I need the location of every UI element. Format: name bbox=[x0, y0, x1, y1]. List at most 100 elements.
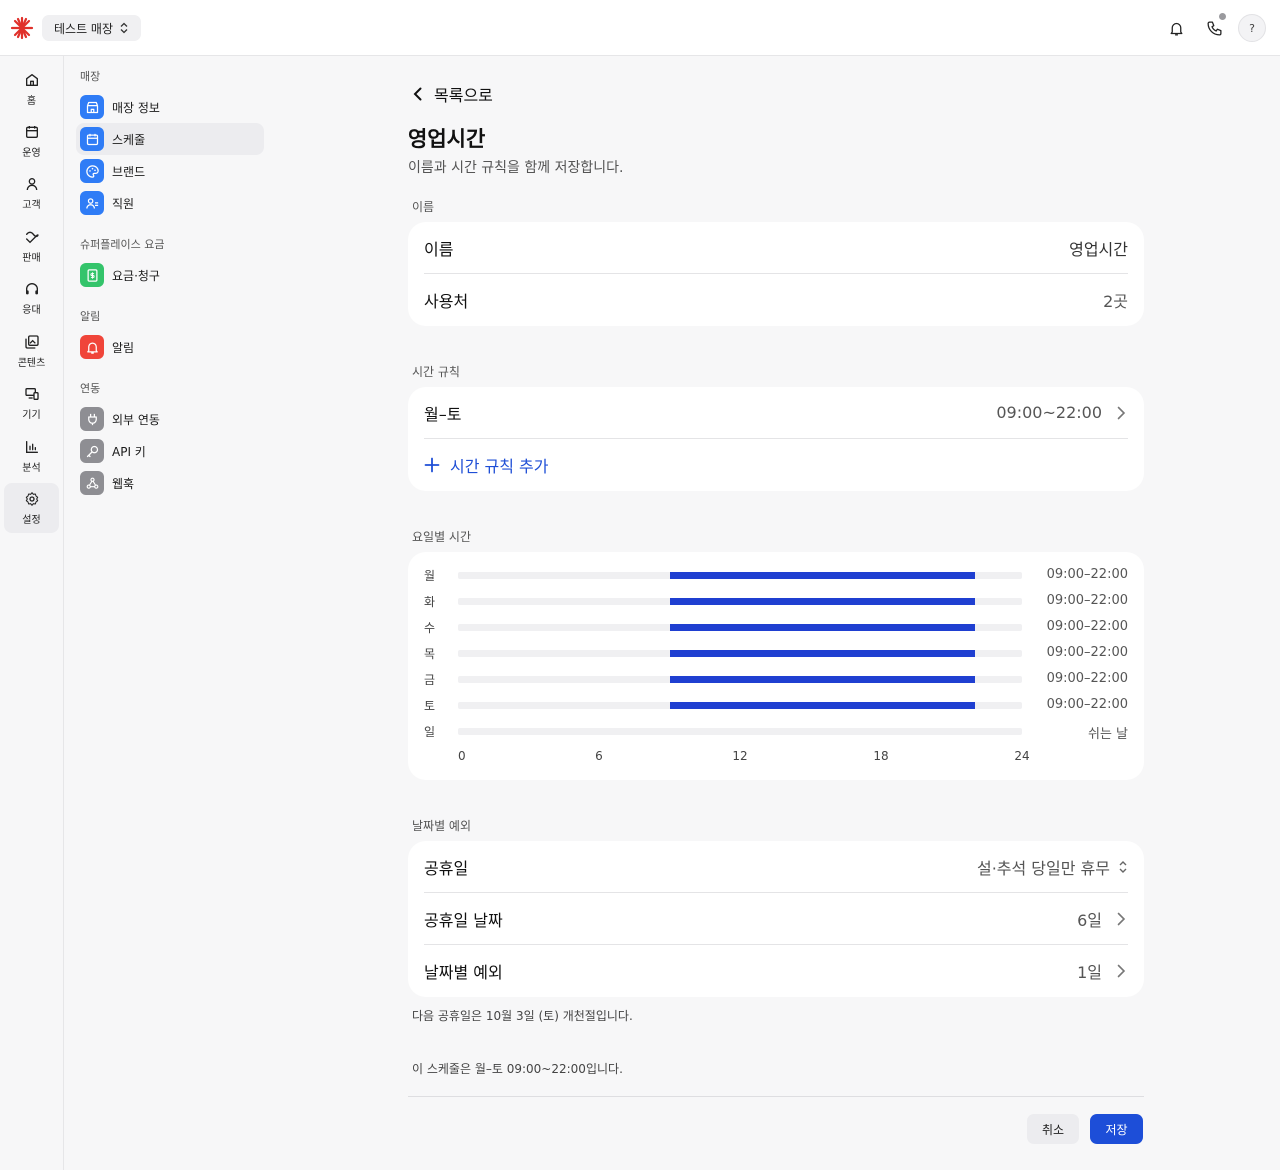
chart-day-label: 토 bbox=[424, 699, 436, 713]
section-label-rules: 시간 규칙 bbox=[412, 365, 460, 379]
chart-track bbox=[458, 728, 1022, 735]
sales-icon bbox=[25, 231, 39, 243]
rail-item-home[interactable]: 홈 bbox=[4, 64, 59, 114]
rail-label: 콘텐츠 bbox=[17, 357, 46, 369]
rail-item-operations[interactable]: 운영 bbox=[4, 116, 59, 166]
menu-item-label: 직원 bbox=[112, 196, 135, 211]
weekly-hours-chart: 월 09:00–22:00 화 09:00–22:00 수 09:00–22:00 목 09:… bbox=[408, 552, 1144, 780]
menu-item-integrations[interactable]: 외부 연동 bbox=[76, 403, 264, 435]
menu-item-label: 외부 연동 bbox=[112, 412, 160, 427]
chevron-right-icon bbox=[1117, 912, 1126, 925]
rule-hours: 09:00~22:00 bbox=[996, 403, 1102, 422]
chart-track bbox=[458, 572, 1022, 579]
rail-item-settings[interactable]: 설정 bbox=[4, 483, 59, 533]
bell-icon bbox=[1170, 22, 1182, 36]
rail-item-customers[interactable]: 고객 bbox=[4, 168, 59, 218]
menu-item-label: 요금·청구 bbox=[112, 268, 160, 283]
time-rule-row[interactable]: 월–토 09:00~22:00 bbox=[424, 387, 1128, 439]
section-label-exceptions: 날짜별 예외 bbox=[412, 819, 472, 833]
chart-icon bbox=[25, 440, 38, 453]
chart-day-label: 목 bbox=[424, 647, 436, 661]
section-label-weekly: 요일별 시간 bbox=[412, 530, 472, 544]
name-card: 이름 영업시간 사용처 2곳 bbox=[408, 222, 1144, 326]
menu-item-api-key[interactable]: API 키 bbox=[76, 435, 264, 467]
store-switcher[interactable]: 테스트 매장 bbox=[42, 15, 142, 41]
rail-item-sales[interactable]: 판매 bbox=[4, 221, 59, 271]
holiday-select-row[interactable]: 공휴일 설·추석 당일만 휴무 bbox=[424, 841, 1128, 893]
holiday-policy-value: 설·추석 당일만 휴무 bbox=[976, 858, 1110, 878]
menu-section-title: 연동 bbox=[80, 382, 101, 395]
rail-item-analytics[interactable]: 분석 bbox=[4, 431, 59, 481]
menu-item-store-info[interactable]: 매장 정보 bbox=[76, 91, 264, 123]
plus-icon bbox=[424, 457, 440, 473]
phone-icon bbox=[1206, 20, 1222, 36]
rail-item-support[interactable]: 응대 bbox=[4, 273, 59, 323]
bell-icon bbox=[80, 335, 104, 359]
menu-section-title: 매장 bbox=[80, 70, 101, 83]
section-label-name: 이름 bbox=[412, 200, 435, 214]
chart-hours-bar bbox=[669, 572, 975, 579]
chart-range-label: 09:00–22:00 bbox=[1046, 645, 1128, 660]
row-label: 사용처 bbox=[424, 292, 469, 311]
plug-icon bbox=[80, 407, 104, 431]
name-value: 영업시간 bbox=[1069, 239, 1128, 259]
billing-icon bbox=[80, 263, 104, 287]
help-button[interactable]: ? bbox=[1238, 14, 1266, 42]
menu-item-notifications[interactable]: 알림 bbox=[76, 331, 264, 363]
gear-icon bbox=[25, 491, 38, 506]
devices-icon bbox=[24, 387, 39, 400]
call-button[interactable] bbox=[1201, 13, 1227, 41]
footer-divider bbox=[408, 1096, 1144, 1097]
page-subtitle: 이름과 시간 규칙을 함께 저장합니다. bbox=[408, 160, 624, 176]
menu-item-label: 알림 bbox=[112, 340, 135, 355]
chart-range-label: 쉬는 날 bbox=[1087, 727, 1128, 742]
name-row[interactable]: 이름 영업시간 bbox=[424, 222, 1128, 274]
chevron-right-icon bbox=[1117, 406, 1126, 419]
chart-range-label: 09:00–22:00 bbox=[1046, 593, 1128, 608]
chart-x-tick: 18 bbox=[873, 749, 889, 763]
back-label: 목록으로 bbox=[434, 86, 493, 105]
chart-track bbox=[458, 676, 1022, 683]
chart-day-label: 수 bbox=[424, 621, 436, 635]
chart-hours-bar bbox=[669, 676, 975, 683]
menu-item-label: 브랜드 bbox=[112, 164, 146, 179]
chart-hours-bar bbox=[669, 702, 975, 709]
status-dot bbox=[1219, 13, 1226, 20]
chart-x-tick: 12 bbox=[732, 749, 748, 763]
menu-item-schedule[interactable]: 스케줄 bbox=[76, 123, 264, 155]
add-time-rule-button[interactable]: 시간 규칙 추가 bbox=[424, 445, 549, 485]
calendar-icon bbox=[80, 127, 104, 151]
back-to-list-link[interactable]: 목록으로 bbox=[410, 82, 493, 106]
menu-item-label: 매장 정보 bbox=[112, 100, 160, 115]
rule-days: 월–토 bbox=[424, 404, 462, 424]
chart-day-label: 화 bbox=[424, 595, 436, 609]
save-button[interactable]: 저장 bbox=[1090, 1114, 1143, 1144]
chart-range-label: 09:00–22:00 bbox=[1046, 619, 1128, 634]
chart-day-label: 일 bbox=[424, 725, 436, 739]
rail-label: 운영 bbox=[22, 147, 41, 159]
menu-item-brand[interactable]: 브랜드 bbox=[76, 155, 264, 187]
rail-item-content[interactable]: 콘텐츠 bbox=[4, 326, 59, 376]
chart-day-label: 금 bbox=[424, 673, 436, 687]
chart-x-tick: 24 bbox=[1014, 749, 1030, 763]
rail-label: 분석 bbox=[22, 462, 41, 474]
menu-item-staff[interactable]: 직원 bbox=[76, 187, 264, 219]
chart-hours-bar bbox=[669, 624, 975, 631]
add-rule-label: 시간 규칙 추가 bbox=[450, 457, 549, 476]
menu-item-label: API 키 bbox=[112, 444, 146, 459]
holiday-dates-row[interactable]: 공휴일 날짜 6일 bbox=[424, 893, 1128, 945]
notification-button[interactable] bbox=[1163, 15, 1189, 41]
palette-icon bbox=[80, 159, 104, 183]
menu-item-webhook[interactable]: 웹훅 bbox=[76, 467, 264, 499]
chart-track bbox=[458, 624, 1022, 631]
menu-item-billing[interactable]: 요금·청구 bbox=[76, 259, 264, 291]
cancel-button[interactable]: 취소 bbox=[1027, 1114, 1079, 1144]
person-icon bbox=[26, 177, 37, 190]
brand-logo-icon[interactable] bbox=[10, 16, 34, 40]
rail-label: 판매 bbox=[22, 252, 41, 264]
chart-range-label: 09:00–22:00 bbox=[1046, 671, 1128, 686]
webhook-icon bbox=[80, 471, 104, 495]
date-exceptions-row[interactable]: 날짜별 예외 1일 bbox=[424, 945, 1128, 997]
usage-row: 사용처 2곳 bbox=[424, 274, 1128, 326]
rail-item-devices[interactable]: 기기 bbox=[4, 378, 59, 428]
